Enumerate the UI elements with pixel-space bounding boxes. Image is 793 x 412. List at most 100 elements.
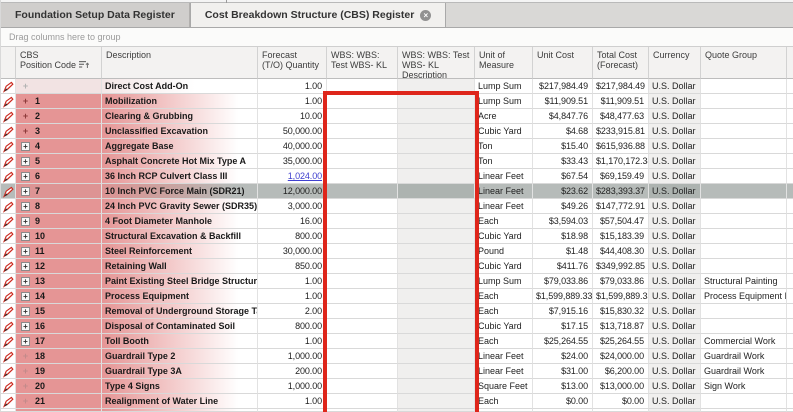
currency-cell[interactable]: U.S. Dollar: [649, 139, 701, 154]
currency-cell[interactable]: U.S. Dollar: [649, 319, 701, 334]
table-row[interactable]: +6 36 Inch RCP Culvert Class III 1,024.0…: [1, 169, 793, 184]
wbs-cell[interactable]: [327, 184, 398, 199]
quote-group-cell[interactable]: [701, 319, 787, 334]
table-row[interactable]: +8 24 Inch PVC Gravity Sewer (SDR35) 3,0…: [1, 199, 793, 214]
wbs-cell[interactable]: [327, 289, 398, 304]
wbs-description-cell[interactable]: [398, 94, 475, 109]
wbs-cell[interactable]: [327, 319, 398, 334]
expand-plus-icon[interactable]: +: [21, 337, 30, 346]
table-row[interactable]: +3 Unclassified Excavation 50,000.00 Cub…: [1, 124, 793, 139]
unit-cost-cell[interactable]: $4.68: [533, 124, 593, 139]
currency-cell[interactable]: U.S. Dollar: [649, 154, 701, 169]
forecast-quantity-cell[interactable]: 1,024.00: [258, 169, 327, 184]
quote-group-cell[interactable]: [701, 304, 787, 319]
unit-cost-cell[interactable]: $13.00: [533, 379, 593, 394]
currency-cell[interactable]: U.S. Dollar: [649, 94, 701, 109]
expand-plus-icon[interactable]: +: [21, 292, 30, 301]
expand-plus-icon[interactable]: +: [21, 307, 30, 316]
total-cost-cell[interactable]: $0.00: [593, 394, 649, 409]
expand-plus-icon[interactable]: +: [21, 127, 30, 136]
forecast-quantity-cell[interactable]: 1.00: [258, 289, 327, 304]
wbs-cell[interactable]: [327, 199, 398, 214]
expand-plus-icon[interactable]: +: [21, 397, 30, 406]
wbs-cell[interactable]: [327, 244, 398, 259]
wbs-description-cell[interactable]: [398, 364, 475, 379]
quote-group-cell[interactable]: [701, 169, 787, 184]
total-cost-cell[interactable]: $13,718.87: [593, 319, 649, 334]
currency-cell[interactable]: U.S. Dollar: [649, 289, 701, 304]
description-cell[interactable]: Process Equipment: [102, 289, 258, 304]
unit-cost-cell[interactable]: $33.43: [533, 154, 593, 169]
total-cost-cell[interactable]: $79,033.86: [593, 274, 649, 289]
unit-cost-cell[interactable]: $25,264.55: [533, 334, 593, 349]
currency-cell[interactable]: U.S. Dollar: [649, 214, 701, 229]
position-code-cell[interactable]: +18: [16, 349, 102, 364]
column-header-currency[interactable]: Currency: [649, 47, 701, 79]
wbs-cell[interactable]: [327, 349, 398, 364]
wbs-cell[interactable]: [327, 154, 398, 169]
position-code-cell[interactable]: +16: [16, 319, 102, 334]
table-row[interactable]: +19 Guardrail Type 3A 200.00 Linear Feet…: [1, 364, 793, 379]
quote-group-cell[interactable]: Structural Painting: [701, 274, 787, 289]
wbs-description-cell[interactable]: [398, 259, 475, 274]
wbs-description-cell[interactable]: [398, 274, 475, 289]
column-header-wbs-description[interactable]: WBS: WBS: Test WBS- KL Description: [398, 47, 475, 79]
table-row[interactable]: +16 Disposal of Contaminated Soil 800.00…: [1, 319, 793, 334]
unit-cost-cell[interactable]: $11,909.51: [533, 94, 593, 109]
position-code-cell[interactable]: +15: [16, 304, 102, 319]
wbs-description-cell[interactable]: [398, 124, 475, 139]
wbs-cell[interactable]: [327, 229, 398, 244]
forecast-quantity-cell[interactable]: 800.00: [258, 319, 327, 334]
description-cell[interactable]: Aggregate Base: [102, 139, 258, 154]
position-code-cell[interactable]: +10: [16, 229, 102, 244]
total-cost-cell[interactable]: $24,000.00: [593, 349, 649, 364]
unit-of-measure-cell[interactable]: Lump Sum: [475, 79, 533, 94]
unit-cost-cell[interactable]: $24.00: [533, 349, 593, 364]
unit-of-measure-cell[interactable]: Lump Sum: [475, 94, 533, 109]
unit-of-measure-cell[interactable]: Square Feet: [475, 379, 533, 394]
wbs-cell[interactable]: [327, 169, 398, 184]
column-header-quote-group[interactable]: Quote Group: [701, 47, 787, 79]
wbs-description-cell[interactable]: [398, 349, 475, 364]
table-row[interactable]: +11 Steel Reinforcement 30,000.00 Pound …: [1, 244, 793, 259]
position-code-cell[interactable]: +12: [16, 259, 102, 274]
currency-cell[interactable]: U.S. Dollar: [649, 379, 701, 394]
unit-cost-cell[interactable]: $217,984.49: [533, 79, 593, 94]
description-cell[interactable]: Disposal of Contaminated Soil: [102, 319, 258, 334]
unit-cost-cell[interactable]: $15.40: [533, 139, 593, 154]
expand-plus-icon[interactable]: +: [21, 277, 30, 286]
unit-cost-cell[interactable]: $49.26: [533, 199, 593, 214]
unit-of-measure-cell[interactable]: Cubic Yard: [475, 229, 533, 244]
unit-cost-cell[interactable]: $18.98: [533, 229, 593, 244]
total-cost-cell[interactable]: $615,936.88: [593, 139, 649, 154]
unit-of-measure-cell[interactable]: Acre: [475, 109, 533, 124]
wbs-description-cell[interactable]: [398, 319, 475, 334]
quote-group-cell[interactable]: [701, 184, 787, 199]
position-code-cell[interactable]: +8: [16, 199, 102, 214]
quote-group-cell[interactable]: [701, 394, 787, 409]
expand-plus-icon[interactable]: +: [21, 247, 30, 256]
wbs-description-cell[interactable]: [398, 334, 475, 349]
unit-of-measure-cell[interactable]: Cubic Yard: [475, 124, 533, 139]
table-row[interactable]: +1 Mobilization 1.00 Lump Sum $11,909.51…: [1, 94, 793, 109]
total-cost-cell[interactable]: $69,159.49: [593, 169, 649, 184]
table-row[interactable]: +10 Structural Excavation & Backfill 800…: [1, 229, 793, 244]
description-cell[interactable]: Type 4 Signs: [102, 379, 258, 394]
position-code-cell[interactable]: +20: [16, 379, 102, 394]
quote-group-cell[interactable]: Guardrail Work: [701, 349, 787, 364]
forecast-quantity-cell[interactable]: 1,000.00: [258, 379, 327, 394]
expand-plus-icon[interactable]: +: [21, 82, 30, 91]
wbs-cell[interactable]: [327, 214, 398, 229]
total-cost-cell[interactable]: $15,830.32: [593, 304, 649, 319]
column-header-cbs-position-code[interactable]: CBS Position Code: [16, 47, 102, 79]
unit-of-measure-cell[interactable]: Cubic Yard: [475, 319, 533, 334]
wbs-description-cell[interactable]: [398, 199, 475, 214]
table-row[interactable]: +2 Clearing & Grubbing 10.00 Acre $4,847…: [1, 109, 793, 124]
wbs-description-cell[interactable]: [398, 304, 475, 319]
quote-group-cell[interactable]: [701, 109, 787, 124]
wbs-cell[interactable]: [327, 109, 398, 124]
unit-of-measure-cell[interactable]: Each: [475, 334, 533, 349]
position-code-cell[interactable]: +1: [16, 94, 102, 109]
description-cell[interactable]: Unclassified Excavation: [102, 124, 258, 139]
wbs-description-cell[interactable]: [398, 214, 475, 229]
